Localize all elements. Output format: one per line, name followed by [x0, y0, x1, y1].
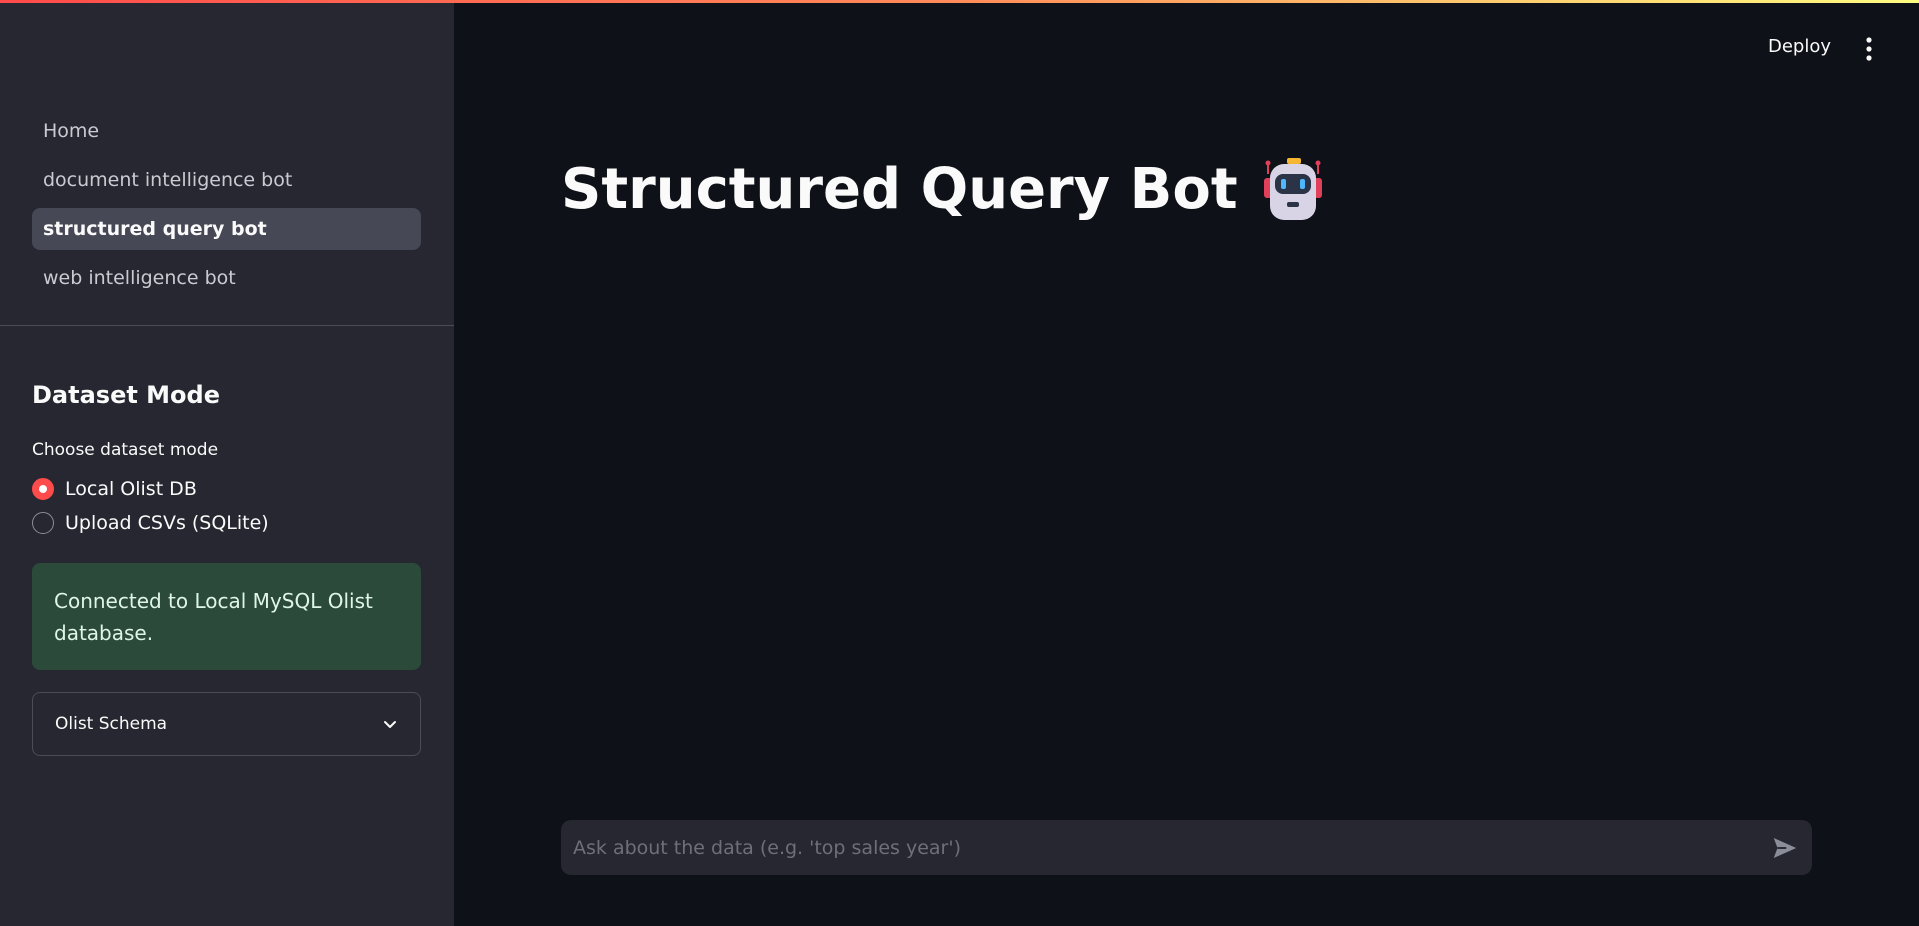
olist-schema-expander[interactable]: Olist Schema [32, 692, 421, 756]
robot-icon [1263, 158, 1322, 220]
nav-item-structured-query-bot[interactable]: structured query bot [32, 208, 421, 250]
chat-input-container [561, 820, 1812, 875]
sidebar-nav: Home document intelligence bot structure… [32, 110, 421, 306]
connection-success-alert: Connected to Local MySQL Olist database. [32, 563, 421, 670]
radio-unselected-icon[interactable] [32, 512, 54, 534]
chat-input[interactable] [573, 836, 1770, 859]
nav-item-document-intelligence-bot[interactable]: document intelligence bot [32, 159, 421, 201]
page-title: Structured Query Bot [561, 156, 1326, 222]
radio-label: Upload CSVs (SQLite) [65, 512, 269, 534]
page-title-text: Structured Query Bot [561, 156, 1238, 222]
deploy-button[interactable]: Deploy [1768, 36, 1831, 57]
send-icon[interactable] [1770, 833, 1800, 863]
sidebar-divider [0, 325, 454, 326]
radio-label: Local Olist DB [65, 478, 197, 500]
radio-selected-icon[interactable] [32, 478, 54, 500]
radio-local-olist-db[interactable]: Local Olist DB [32, 478, 197, 500]
dataset-mode-label: Choose dataset mode [32, 440, 219, 460]
nav-item-web-intelligence-bot[interactable]: web intelligence bot [32, 257, 421, 299]
chevron-down-icon [384, 721, 396, 728]
dataset-mode-heading: Dataset Mode [32, 381, 221, 409]
kebab-menu-icon[interactable] [1860, 36, 1878, 62]
radio-upload-csvs[interactable]: Upload CSVs (SQLite) [32, 512, 269, 534]
sidebar: Home document intelligence bot structure… [0, 0, 454, 926]
expander-label: Olist Schema [55, 714, 168, 734]
top-decoration-bar [0, 0, 1919, 3]
nav-item-home[interactable]: Home [32, 110, 421, 152]
